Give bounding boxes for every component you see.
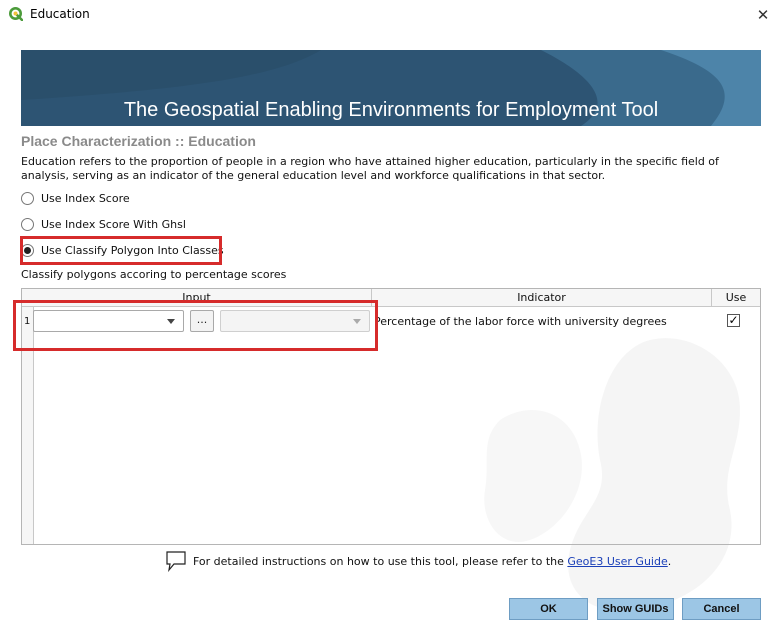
radio-button[interactable] [21, 192, 34, 205]
option-index-score-ghsl[interactable]: Use Index Score With Ghsl [21, 218, 186, 231]
indicator-text: Percentage of the labor force with unive… [374, 315, 667, 328]
close-button[interactable]: ✕ [746, 0, 780, 30]
close-icon: ✕ [756, 6, 770, 24]
ok-button[interactable]: OK [509, 598, 588, 620]
page-heading: Place Characterization :: Education [21, 133, 256, 149]
user-guide-link[interactable]: GeoE3 User Guide [567, 555, 667, 568]
help-text: For detailed instructions on how to use … [193, 554, 564, 568]
help-line: For detailed instructions on how to use … [165, 550, 671, 572]
show-guids-button[interactable]: Show GUIDs [597, 598, 674, 620]
column-header-indicator[interactable]: Indicator [372, 289, 712, 306]
use-checkbox[interactable]: ✓ [727, 314, 740, 327]
help-suffix: . [667, 554, 672, 568]
speech-bubble-icon [166, 551, 186, 572]
radio-button[interactable] [21, 218, 34, 231]
window-title: Education [30, 7, 90, 21]
option-index-score[interactable]: Use Index Score [21, 192, 130, 205]
highlight-box-input [13, 300, 378, 351]
banner-title: The Geospatial Enabling Environments for… [123, 99, 659, 121]
title-bar: Education ✕ [0, 0, 780, 30]
header-banner: The Geospatial Enabling Environments for… [21, 50, 761, 126]
page-description: Education refers to the proportion of pe… [21, 155, 719, 182]
highlight-box-option [20, 236, 222, 265]
qgis-icon [9, 7, 23, 21]
option-label: Use Index Score With Ghsl [41, 218, 186, 231]
cancel-button[interactable]: Cancel [682, 598, 761, 620]
column-header-use[interactable]: Use [712, 289, 760, 306]
option-label: Use Index Score [41, 192, 130, 205]
classify-label: Classify polygons accoring to percentage… [21, 268, 287, 281]
